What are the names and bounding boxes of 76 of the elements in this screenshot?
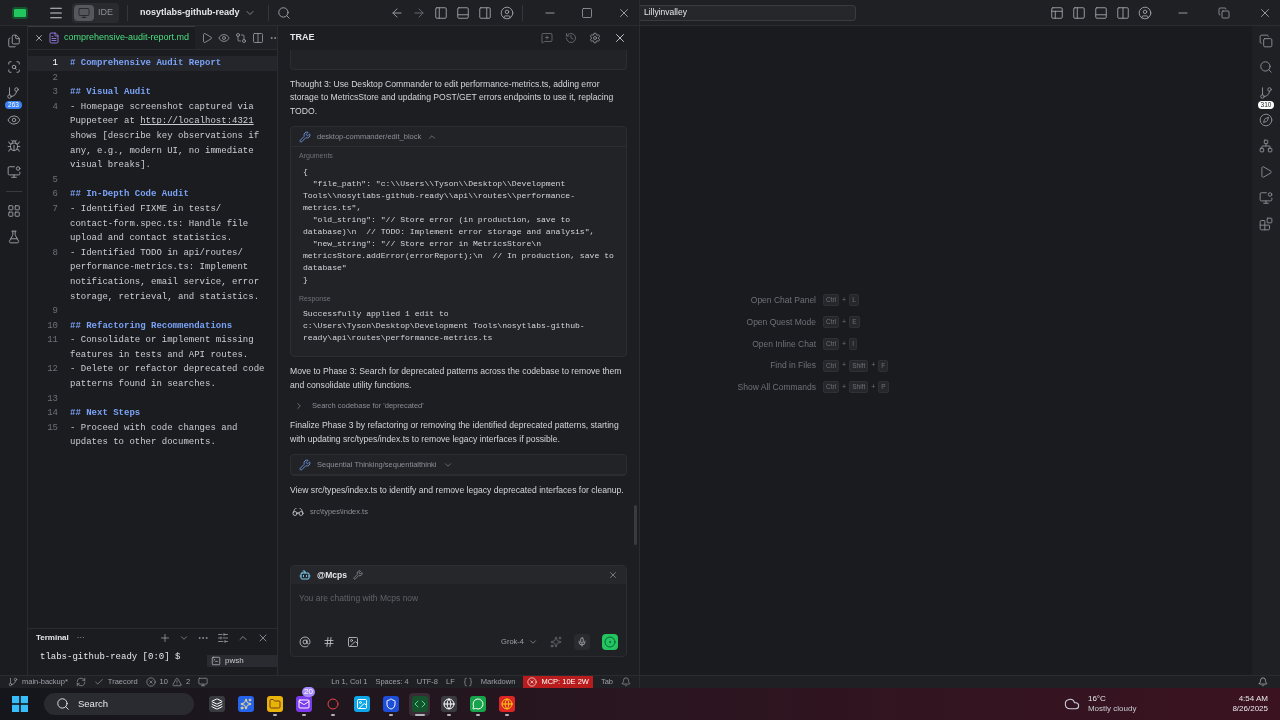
project-selector[interactable]: nosytlabs-github-ready [136, 5, 260, 20]
editor-tab[interactable]: comprehensive-audit-report.md [28, 26, 196, 49]
line-number: 5 [51, 173, 59, 187]
code-text: - Identified TODO in api/routes/ [70, 246, 244, 260]
chat-message: View src/types/index.ts to identify and remove legacy deprecated interfaces for cleanup. [290, 484, 625, 498]
temperature: 16°C [1087, 694, 1107, 704]
code-text: shows [describe key observations if [70, 129, 260, 143]
line-number: 14 [46, 407, 59, 421]
line-number: 11 [46, 334, 59, 348]
line-number: 10 [46, 319, 59, 333]
line-number: 1 [51, 57, 59, 70]
shortcut-label: Show All Commands [736, 381, 816, 394]
code-text: database)\n // TODO: Implement error storage and analysis", [302, 225, 596, 238]
line-number: 2 [51, 71, 59, 85]
search-field[interactable]: Lillyinvalley [640, 4, 856, 21]
code-text: metricsStore.addError(errorReport);\n // In production, save to [302, 249, 615, 262]
line-number: 7 [51, 202, 59, 216]
code-text: database" [302, 261, 348, 274]
taskbar-search[interactable]: Search [44, 693, 194, 715]
code-text: } [302, 273, 309, 286]
code-text: visual breaks]. [70, 159, 152, 173]
heading-text: ## Next Steps [70, 407, 141, 421]
code-text: metrics.ts", [302, 201, 363, 214]
clock-time[interactable]: 4:54 AM [1238, 694, 1268, 704]
heading-text: ## Refactoring Recommendations [70, 319, 233, 333]
line-number: 8 [51, 246, 59, 260]
code-text: patterns found in searches. [70, 378, 217, 392]
heading-text: ## In-Depth Code Audit [70, 188, 189, 202]
line-number: 3 [51, 86, 59, 100]
code-text: "file_path": "c:\\Users\\Tyson\\Desktop\\Development [311, 177, 567, 190]
code-text: { [302, 165, 309, 178]
code-text: - Delete or refactor deprecated code [70, 363, 265, 377]
code-text: - Consolidate or implement missing [70, 334, 254, 348]
chat-message: Finalize Phase 3 by refactoring or removing the identified deprecated patterns, starting with updating src/types/index.ts to remove legacy interfaces if possible. [290, 419, 620, 446]
heading-text: ## Visual Audit [70, 86, 151, 100]
line-number: 6 [51, 188, 59, 202]
code-text: upload and contact statistics. [70, 232, 234, 246]
code-text: - Homepage screenshot captured via [70, 100, 255, 114]
code-text: "old_string": "// Store error (in production, save to [311, 213, 572, 226]
line-number: 12 [46, 363, 59, 377]
code-text: contact-form.spec.ts: Handle file [70, 217, 249, 231]
code-text: c:\Users\Tyson\Desktop\Development Tools\nosytlabs-github- [302, 320, 586, 333]
code-text: "new_string": "// Store error in MetricsStore\n [311, 237, 542, 250]
line-number: 13 [46, 392, 59, 406]
chat-message: Move to Phase 3: Search for deprecated patterns across the codebase to remove them and consolidate utility functions. [290, 365, 623, 392]
weather-condition: Mostly cloudy [1087, 704, 1137, 714]
code-text: performance-metrics.ts: Implement [70, 261, 250, 275]
shortcut-label: Open Chat Panel [749, 294, 816, 307]
code-text: Tools\\nosytlabs-github-ready\\api\\routes\\performance- [302, 189, 576, 202]
terminal-prompt: tlabs-github-ready [0:0] $ [39, 651, 182, 664]
link[interactable]: http://localhost:4321 [140, 114, 254, 129]
code-text: ready\api\routes\performance-metrics.ts [302, 332, 494, 345]
code-text: any, e.g., modern UI, no immediate [70, 144, 255, 158]
shortcut-label: Open Inline Chat [751, 337, 816, 351]
terminal-menu[interactable]: ··· [76, 632, 85, 644]
agent-name: @Mcps [317, 568, 347, 582]
panel-title: TRAE [290, 31, 315, 45]
terminal-tab[interactable]: Terminal [36, 632, 69, 644]
chat-message: Thought 3: Use Desktop Commander to edit performance-metrics.ts, adding error storage to MetricsStore and updating POST/GET errors endpoints to use it, replacing TODO. [290, 78, 615, 118]
code-text: notifications, email service, error [70, 275, 260, 289]
line-number: 9 [51, 305, 59, 319]
terminal-session[interactable]: pwsh [207, 655, 277, 667]
shortcut-label: Find in Files [769, 359, 816, 372]
clock-date[interactable]: 8/26/2025 [1232, 704, 1268, 714]
code-text: Successfully applied 1 edit to [302, 308, 450, 321]
notification-badge: 20 [302, 686, 315, 697]
code-text: features in tests and API routes. [70, 348, 250, 362]
code-text: storage, retrieval, and statistics. [70, 290, 260, 304]
code-text: - Identified FIXME in tests/ [70, 202, 223, 216]
line-number: 15 [46, 421, 59, 435]
code-text: updates to other documents. [70, 436, 217, 450]
code-text: - Proceed with code changes and [70, 421, 238, 435]
shortcut-label: Open Quest Mode [745, 315, 816, 329]
heading-text: # Comprehensive Audit Report [70, 57, 222, 70]
code-text: Puppeteer at [70, 115, 136, 129]
line-number: 4 [51, 100, 59, 114]
